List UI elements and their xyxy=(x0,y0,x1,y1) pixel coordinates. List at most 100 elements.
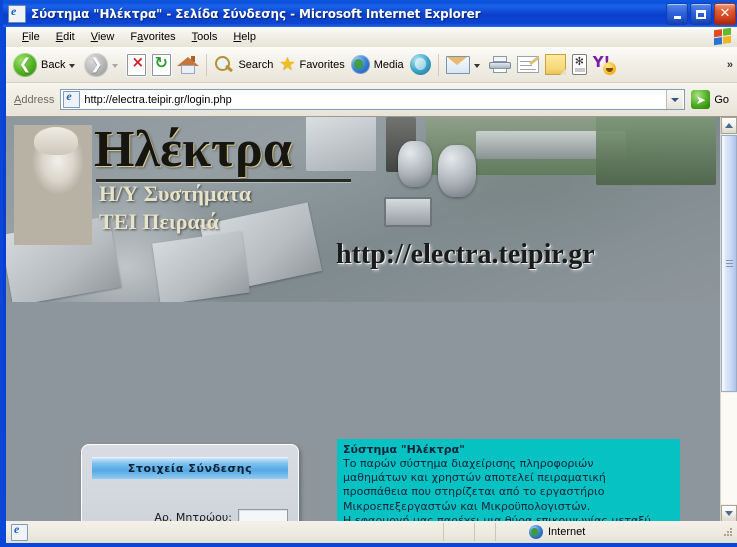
refresh-icon xyxy=(152,53,172,76)
scroll-down-button[interactable] xyxy=(721,505,737,522)
security-zone[interactable]: Internet xyxy=(495,523,721,541)
address-dropdown-button[interactable] xyxy=(666,90,684,109)
search-button[interactable]: Search xyxy=(211,50,276,80)
vertical-scrollbar[interactable] xyxy=(720,117,737,522)
info-panel-title: Σύστημα "Ηλέκτρα" xyxy=(343,443,465,456)
login-panel-header-label: Στοιχεία Σύνδεσης xyxy=(127,462,253,475)
scrollbar-grip-icon xyxy=(726,259,733,268)
globe-icon xyxy=(529,525,543,539)
browser-chrome: FFileile Edit View Favorites Tools Help … xyxy=(6,27,737,116)
scrollbar-track[interactable] xyxy=(721,393,737,504)
favorites-button-label: Favorites xyxy=(299,58,345,71)
forward-button[interactable]: ❯ xyxy=(81,50,124,80)
edit-page-icon xyxy=(516,55,540,73)
messenger-button[interactable] xyxy=(569,50,590,80)
banner-decor-component xyxy=(384,197,432,227)
media-globe-icon xyxy=(350,55,370,74)
forward-arrow-icon: ❯ xyxy=(84,52,109,77)
electra-statue-image xyxy=(14,125,92,245)
printer-icon xyxy=(488,55,511,74)
go-button-label: Go xyxy=(714,93,729,106)
forward-dropdown-icon[interactable] xyxy=(112,63,119,68)
address-bar: Address http://electra.teipir.gr/login.p… xyxy=(6,83,737,116)
menu-item-favorites[interactable]: Favorites xyxy=(122,29,183,45)
status-cell-2 xyxy=(474,523,495,541)
chevron-down-icon xyxy=(725,511,733,516)
banner-decor-keycap xyxy=(306,117,376,171)
banner-decor-capacitor-1 xyxy=(398,141,432,187)
go-arrow-icon: ➤ xyxy=(691,90,711,109)
search-icon xyxy=(214,55,234,75)
back-dropdown-icon[interactable] xyxy=(69,63,76,68)
login-panel-header: Στοιχεία Σύνδεσης xyxy=(92,457,288,479)
info-line: Μικροεπεξεργαστών και Μικροϋπολογιστών. xyxy=(343,499,591,513)
menu-item-tools[interactable]: Tools xyxy=(184,29,226,45)
banner-decor-capacitor-2 xyxy=(438,145,476,197)
mail-dropdown-icon[interactable] xyxy=(473,63,480,68)
back-button[interactable]: ❮ Back xyxy=(10,50,81,80)
go-button[interactable]: ➤ Go xyxy=(691,90,729,109)
favorites-button[interactable]: ★ Favorites xyxy=(276,50,347,80)
close-icon: ✕ xyxy=(719,6,731,21)
menu-item-file[interactable]: FFileile xyxy=(14,29,48,45)
menu-item-view[interactable]: View xyxy=(83,29,123,45)
chevron-down-icon xyxy=(671,97,680,102)
title-bar: Σύστημα "Ηλέκτρα" - Σελίδα Σύνδεσης - Mi… xyxy=(3,0,737,27)
refresh-button[interactable] xyxy=(149,50,174,80)
maximize-button[interactable] xyxy=(690,3,712,25)
site-banner: Ηλέκτρα Η/Υ Συστήματα ΤΕΙ Πειραιά http:/… xyxy=(6,117,720,302)
banner-subtitle-2: ΤΕΙ Πειραιά xyxy=(99,209,219,234)
info-line: Το παρών σύστημα διαχείρισης πληροφοριών xyxy=(343,457,594,470)
minimize-button[interactable] xyxy=(666,3,688,25)
banner-title: Ηλέκτρα xyxy=(94,121,292,178)
web-page: Ηλέκτρα Η/Υ Συστήματα ΤΕΙ Πειραιά http:/… xyxy=(6,117,720,522)
resize-grip[interactable] xyxy=(721,525,735,539)
status-cell-1 xyxy=(443,523,474,541)
back-arrow-icon: ❮ xyxy=(13,52,37,77)
menu-bar: FFileile Edit View Favorites Tools Help xyxy=(6,27,737,47)
address-label: Address xyxy=(14,93,55,106)
menu-item-edit[interactable]: Edit xyxy=(48,29,83,45)
login-panel: Στοιχεία Σύνδεσης Αρ. Μητρώου: Κωδικός: … xyxy=(81,444,299,522)
mail-button[interactable] xyxy=(443,50,486,80)
yahoo-button[interactable]: Y! xyxy=(590,50,619,80)
media-button[interactable]: Media xyxy=(348,50,407,80)
notepad-icon xyxy=(544,54,566,75)
windows-flag-logo xyxy=(714,27,731,46)
history-button[interactable] xyxy=(407,50,434,80)
print-button[interactable] xyxy=(486,50,514,80)
toolbar-overflow-icon[interactable]: » xyxy=(727,59,733,71)
yahoo-smiley-icon: Y! xyxy=(593,53,616,75)
address-value: http://electra.teipir.gr/login.php xyxy=(84,93,232,106)
star-icon: ★ xyxy=(279,53,296,75)
home-icon xyxy=(177,55,200,75)
browser-window: Σύστημα "Ηλέκτρα" - Σελίδα Σύνδεσης - Mi… xyxy=(0,0,737,547)
scrollbar-thumb[interactable] xyxy=(721,135,737,392)
window-controls: ✕ xyxy=(666,3,736,25)
status-page-icon xyxy=(11,522,28,541)
mail-icon xyxy=(445,55,470,74)
stop-button[interactable] xyxy=(124,50,149,80)
banner-decor-board-2 xyxy=(596,117,716,185)
page-icon xyxy=(63,89,81,108)
banner-decor-key-2 xyxy=(152,231,250,302)
edit-button[interactable] xyxy=(514,50,542,80)
minimize-icon xyxy=(673,16,681,19)
scroll-up-button[interactable] xyxy=(721,117,737,134)
discuss-button[interactable] xyxy=(542,50,569,80)
banner-url: http://electra.teipir.gr xyxy=(336,239,595,270)
security-zone-label: Internet xyxy=(548,526,586,538)
info-line: προσπάθεια που στηρίζεται από το εργαστή… xyxy=(343,485,605,499)
menu-item-help[interactable]: Help xyxy=(225,29,264,45)
info-line: μαθημάτων και χρηστών αποτελεί πειραματι… xyxy=(343,471,606,485)
media-button-label: Media xyxy=(373,58,404,71)
toolbar-separator xyxy=(206,53,208,76)
status-bar: Internet xyxy=(6,521,737,543)
close-button[interactable]: ✕ xyxy=(714,3,736,25)
history-icon xyxy=(409,54,431,75)
home-button[interactable] xyxy=(174,50,202,80)
messenger-icon xyxy=(571,54,587,75)
address-input[interactable]: http://electra.teipir.gr/login.php xyxy=(60,89,686,110)
page-viewport: Ηλέκτρα Η/Υ Συστήματα ΤΕΙ Πειραιά http:/… xyxy=(6,116,737,522)
browser-toolbar: ❮ Back ❯ Search ★ Favorites xyxy=(6,47,737,83)
